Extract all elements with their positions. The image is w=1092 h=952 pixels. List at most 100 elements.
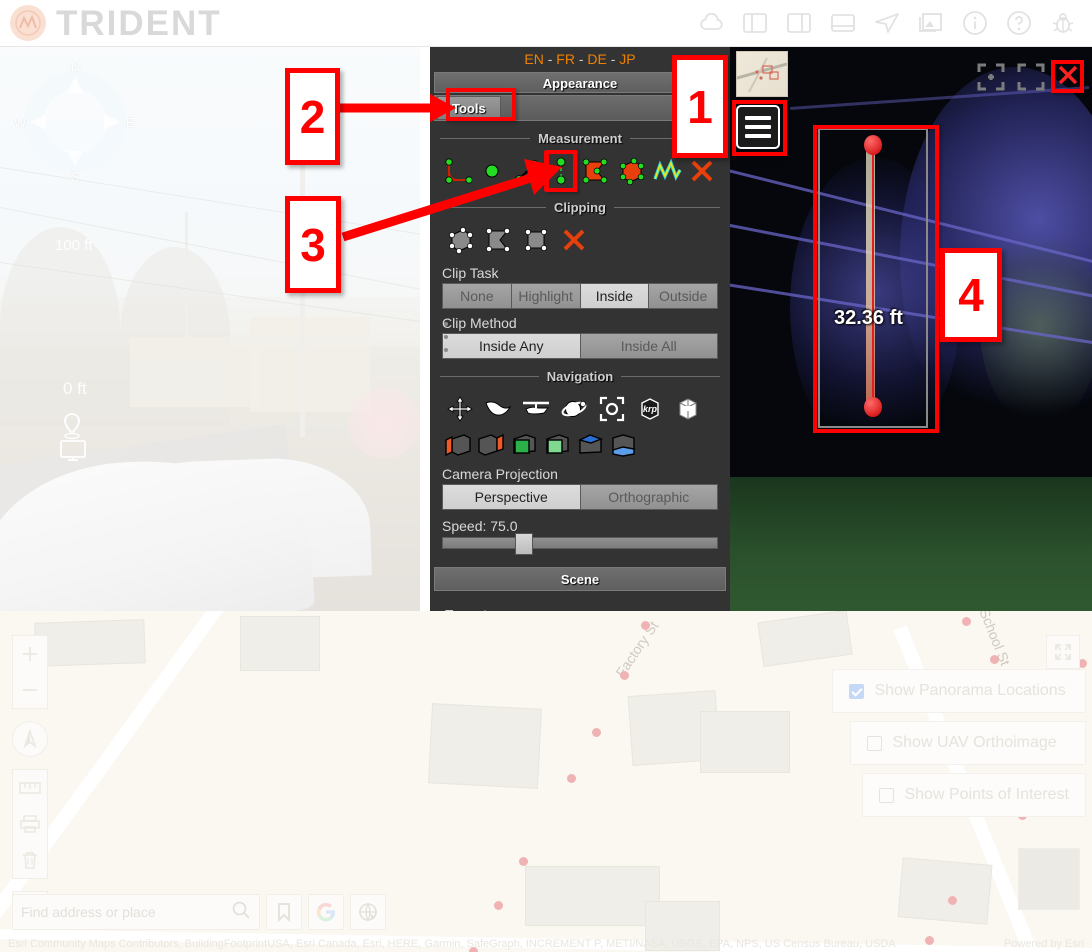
checkbox-show-panorama-locations[interactable]: Show Panorama Locations (832, 669, 1086, 713)
krp-cube-icon[interactable]: krp (634, 392, 666, 426)
panorama-location-dot[interactable] (962, 617, 971, 626)
info-icon[interactable] (960, 8, 990, 38)
panorama-location-dot[interactable] (519, 857, 528, 866)
lang-en[interactable]: EN (524, 51, 543, 67)
map-expand-icon[interactable] (1046, 635, 1080, 669)
crop-frame-icon[interactable] (1017, 63, 1045, 91)
print-button[interactable] (13, 806, 47, 842)
zoom-out-button[interactable] (13, 672, 47, 708)
pano-scale-far-label: 100 ft (55, 237, 93, 254)
lang-de[interactable]: DE (587, 51, 606, 67)
panorama-location-dot[interactable] (494, 901, 503, 910)
pano-lens-flare (348, 387, 420, 459)
lang-jp[interactable]: JP (619, 51, 635, 67)
orbit-controls-icon[interactable] (558, 392, 590, 426)
panel-bottom-layout-icon[interactable] (828, 8, 858, 38)
panorama-location-dot[interactable] (641, 621, 650, 630)
search-box[interactable] (12, 894, 260, 930)
map-building (34, 619, 146, 667)
panorama-location-dot[interactable] (948, 896, 957, 905)
view-front-icon[interactable] (510, 432, 538, 458)
basemap-thumbnail[interactable] (1018, 848, 1080, 910)
minimap-thumbnail[interactable] (736, 51, 788, 97)
full-extent-cube-icon[interactable] (672, 392, 704, 426)
brand-logo[interactable]: TRIDENT (0, 5, 222, 41)
clip-method-inside-all[interactable]: Inside All (580, 333, 718, 359)
view-bottom-icon[interactable] (609, 432, 637, 458)
screen-icon[interactable] (58, 439, 88, 463)
clip-task-highlight[interactable]: Highlight (511, 283, 581, 309)
profile-measure-icon[interactable] (652, 154, 682, 188)
compass-navigate-button[interactable] (12, 721, 48, 757)
camera-projection-perspective[interactable]: Perspective (442, 484, 581, 510)
bookmark-icon[interactable] (266, 894, 302, 930)
clip-task-inside[interactable]: Inside (580, 283, 650, 309)
fly-controls-icon[interactable] (482, 392, 514, 426)
help-icon[interactable] (1004, 8, 1034, 38)
measure-button[interactable] (13, 770, 47, 806)
map-street-label: Factory St (612, 618, 662, 680)
camera-projection-orthographic[interactable]: Orthographic (580, 484, 718, 510)
clip-task-none[interactable]: None (442, 283, 512, 309)
view-cube-row (430, 428, 730, 460)
camera-projection-segmented: Perspective Orthographic (442, 484, 718, 510)
checkbox-show-uav-orthoimage[interactable]: Show UAV Orthoimage (850, 721, 1086, 765)
focus-icon[interactable] (596, 392, 628, 426)
bug-icon[interactable] (1048, 8, 1078, 38)
earth-controls-icon[interactable] (444, 392, 476, 426)
area-measure-icon[interactable] (581, 154, 609, 188)
map-attribution: Esri Community Maps Contributors, Buildi… (8, 938, 896, 950)
image-stack-icon[interactable] (916, 8, 946, 38)
handle-dot (444, 348, 448, 352)
volume-measure-icon[interactable] (616, 154, 646, 188)
clip-method-inside-any[interactable]: Inside Any (442, 333, 581, 359)
helicopter-controls-icon[interactable] (520, 392, 552, 426)
google-icon[interactable] (308, 894, 344, 930)
app-header: TRIDENT (0, 0, 1092, 47)
panorama-viewer[interactable]: N E S W 100 ft 0 ft (0, 47, 420, 611)
header-icon-bar (696, 8, 1092, 38)
clip-method-segmented: Inside Any Inside All (442, 333, 718, 359)
view-left-icon[interactable] (444, 432, 472, 458)
cloud-icon[interactable] (696, 8, 726, 38)
checkbox-box[interactable] (867, 735, 883, 751)
map-layer-checkboxes: Show Panorama Locations Show UAV Orthoim… (832, 669, 1086, 825)
speed-label: Speed: 75.0 (442, 518, 518, 534)
expand-view-icon[interactable] (977, 63, 1005, 91)
checkbox-label: Show Panorama Locations (874, 682, 1066, 699)
compass-rose[interactable]: N E S W (10, 57, 140, 187)
panorama-location-dot[interactable] (925, 936, 934, 945)
send-icon[interactable] (872, 8, 902, 38)
panel-right-layout-icon[interactable] (784, 8, 814, 38)
map-view[interactable]: Factory St School St Find address or pla… (0, 611, 1092, 952)
panorama-location-dot[interactable] (567, 774, 576, 783)
search-input[interactable] (21, 904, 231, 920)
svg-text:krp: krp (643, 404, 658, 414)
basemap-gallery-icon[interactable] (350, 894, 386, 930)
annotation-highlight-close-view (1051, 60, 1084, 93)
accordion-scene[interactable]: Scene (434, 567, 726, 591)
panorama-location-dot[interactable] (990, 655, 999, 664)
checkbox-show-points-of-interest[interactable]: Show Points of Interest (862, 773, 1086, 817)
panel-left-layout-icon[interactable] (740, 8, 770, 38)
pano-tree (0, 227, 120, 427)
panorama-location-dot[interactable] (620, 671, 629, 680)
zoom-in-button[interactable] (13, 636, 47, 672)
clip-task-outside[interactable]: Outside (649, 283, 718, 309)
map-pin-icon[interactable] (60, 412, 84, 440)
speed-slider-knob[interactable] (515, 533, 533, 555)
annotation-badge-2: 2 (285, 68, 340, 165)
search-icon[interactable] (231, 900, 251, 925)
panorama-location-dot[interactable] (592, 728, 601, 737)
lang-fr[interactable]: FR (556, 51, 575, 67)
clear-button[interactable] (13, 842, 47, 878)
checkbox-box[interactable] (879, 787, 895, 803)
map-building (240, 616, 320, 671)
checkbox-box[interactable] (849, 683, 865, 699)
view-right-icon[interactable] (477, 432, 505, 458)
speed-slider[interactable] (442, 533, 718, 555)
remove-measurement-icon[interactable] (688, 154, 716, 188)
view-back-icon[interactable] (543, 432, 571, 458)
view-top-icon[interactable] (576, 432, 604, 458)
panel-resize-handle[interactable] (442, 322, 450, 352)
